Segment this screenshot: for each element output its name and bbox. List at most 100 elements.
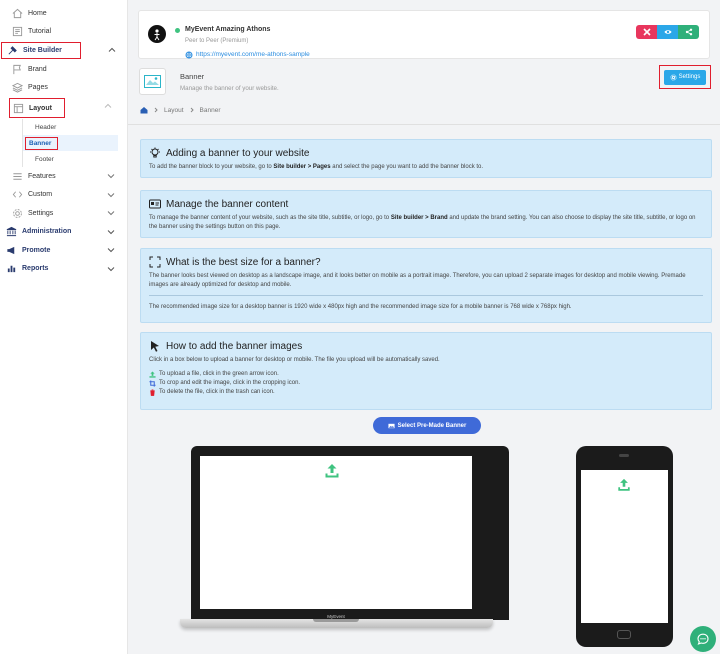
sidebar-item-pages[interactable]: Pages [0, 79, 127, 98]
event-actions [636, 25, 699, 39]
chevron-down-icon [107, 248, 115, 253]
list-item: To delete the file, click in the trash c… [149, 388, 703, 397]
sidebar-item-site-builder[interactable]: Site Builder [1, 42, 81, 59]
chevron-up-icon[interactable] [104, 102, 112, 110]
tools-icon [642, 28, 651, 36]
info-title: Manage the banner content [166, 198, 289, 210]
layers-icon [11, 82, 24, 93]
tutorial-icon [12, 26, 23, 37]
upload-icon[interactable] [617, 478, 631, 492]
info-best-size: What is the best size for a banner? The … [140, 248, 712, 323]
status-dot [175, 28, 180, 33]
home-icon[interactable] [140, 106, 148, 114]
upload-icon[interactable] [324, 463, 340, 479]
divider [149, 295, 703, 296]
info-manage-content: Manage the banner content To manage the … [140, 190, 712, 238]
chevron-right-icon [190, 107, 194, 113]
info-title: What is the best size for a banner? [166, 256, 321, 268]
share-icon [685, 28, 692, 36]
sidebar-item-settings[interactable]: Settings [0, 204, 127, 223]
features-icon [12, 171, 23, 182]
banner-image-icon [139, 68, 166, 95]
premade-label: Select Pre-Made Banner [397, 422, 467, 429]
sidebar-label: Banner [24, 136, 59, 150]
chevron-down-icon [107, 266, 115, 271]
list-item: To upload a file, click in the green arr… [149, 370, 703, 379]
info-text: The recommended image size for a desktop… [149, 304, 572, 310]
sidebar-item-promote[interactable]: Promote [0, 241, 127, 260]
sidebar: Home Tutorial Site Builder Brand Pages L… [0, 0, 128, 654]
preview-button[interactable] [657, 25, 678, 39]
breadcrumb-banner: Banner [199, 106, 221, 114]
breadcrumb: Layout Banner [140, 106, 221, 114]
share-button[interactable] [678, 25, 699, 39]
info-text: Click in a box below to upload a banner … [149, 357, 440, 363]
chevron-right-icon [154, 107, 158, 113]
sidebar-label: Settings [28, 209, 54, 217]
sidebar-item-custom[interactable]: Custom [0, 186, 127, 205]
sidebar-item-home[interactable]: Home [0, 4, 127, 23]
chat-button[interactable] [690, 626, 716, 652]
info-how-to-add: How to add the banner images Click in a … [140, 332, 712, 410]
tools-button[interactable] [636, 25, 657, 39]
code-icon [12, 189, 23, 200]
phone-home-button [617, 630, 631, 639]
chevron-down-icon [107, 192, 115, 197]
settings-button-highlight: Settings [659, 65, 711, 89]
id-card-icon [149, 199, 161, 209]
cursor-icon [151, 341, 159, 352]
breadcrumb-layout[interactable]: Layout [164, 107, 184, 114]
chevron-down-icon [107, 174, 115, 179]
expand-icon [149, 256, 161, 268]
sidebar-item-brand[interactable]: Brand [0, 60, 127, 79]
select-premade-banner-button[interactable]: Select Pre-Made Banner [373, 417, 481, 434]
sidebar-label: Promote [22, 246, 51, 254]
sidebar-item-footer[interactable]: Footer [31, 151, 117, 167]
link-icon [185, 51, 193, 59]
info-title: How to add the banner images [166, 340, 303, 352]
page-title: Banner [180, 72, 205, 81]
gear-icon [670, 73, 677, 81]
laptop-notch [313, 619, 359, 622]
mobile-banner-preview [576, 446, 673, 647]
eye-icon [664, 30, 671, 34]
info-text: To add the banner block to your website,… [149, 164, 484, 170]
sidebar-label: Brand [28, 65, 47, 73]
sidebar-label: Home [28, 9, 47, 17]
event-url-link[interactable]: https://myevent.com/me-athons-sample [196, 51, 310, 58]
settings-button[interactable]: Settings [663, 69, 707, 85]
event-card: MyEvent Amazing Athons Peer to Peer (Pre… [138, 10, 710, 59]
desktop-banner-preview: MyEvent [191, 446, 509, 620]
sidebar-item-banner[interactable]: Banner [23, 135, 118, 151]
settings-label: Settings [678, 74, 701, 80]
info-title: Adding a banner to your website [166, 147, 310, 159]
phone-speaker [619, 454, 629, 457]
layout-icon [13, 103, 24, 114]
trash-icon [150, 389, 155, 396]
sidebar-label: Reports [22, 265, 49, 273]
hammer-icon [7, 45, 18, 56]
chevron-up-icon[interactable] [108, 46, 116, 54]
sidebar-label: Features [28, 172, 56, 180]
crop-icon [149, 380, 156, 387]
sidebar-label: Tutorial [28, 28, 52, 36]
home-icon [12, 8, 23, 19]
event-name: MyEvent Amazing Athons [185, 26, 271, 33]
info-text: The banner looks best viewed on desktop … [149, 273, 686, 288]
sidebar-item-reports[interactable]: Reports [0, 260, 127, 279]
upload-icon [149, 371, 156, 378]
sidebar-item-layout[interactable]: Layout [9, 98, 65, 118]
sidebar-label: Site Builder [23, 47, 62, 54]
sidebar-label: Layout [29, 104, 52, 112]
sidebar-item-tutorial[interactable]: Tutorial [0, 23, 127, 42]
event-type: Peer to Peer (Premium) [185, 38, 249, 44]
chart-icon [6, 263, 17, 274]
images-icon [388, 423, 395, 428]
sidebar-item-features[interactable]: Features [0, 167, 127, 186]
divider [128, 124, 720, 125]
sidebar-item-administration[interactable]: Administration [0, 223, 127, 242]
flag-icon [12, 64, 23, 75]
sidebar-label: Pages [28, 84, 48, 92]
sidebar-item-header[interactable]: Header [31, 119, 117, 135]
mobile-upload-area[interactable] [581, 470, 668, 623]
